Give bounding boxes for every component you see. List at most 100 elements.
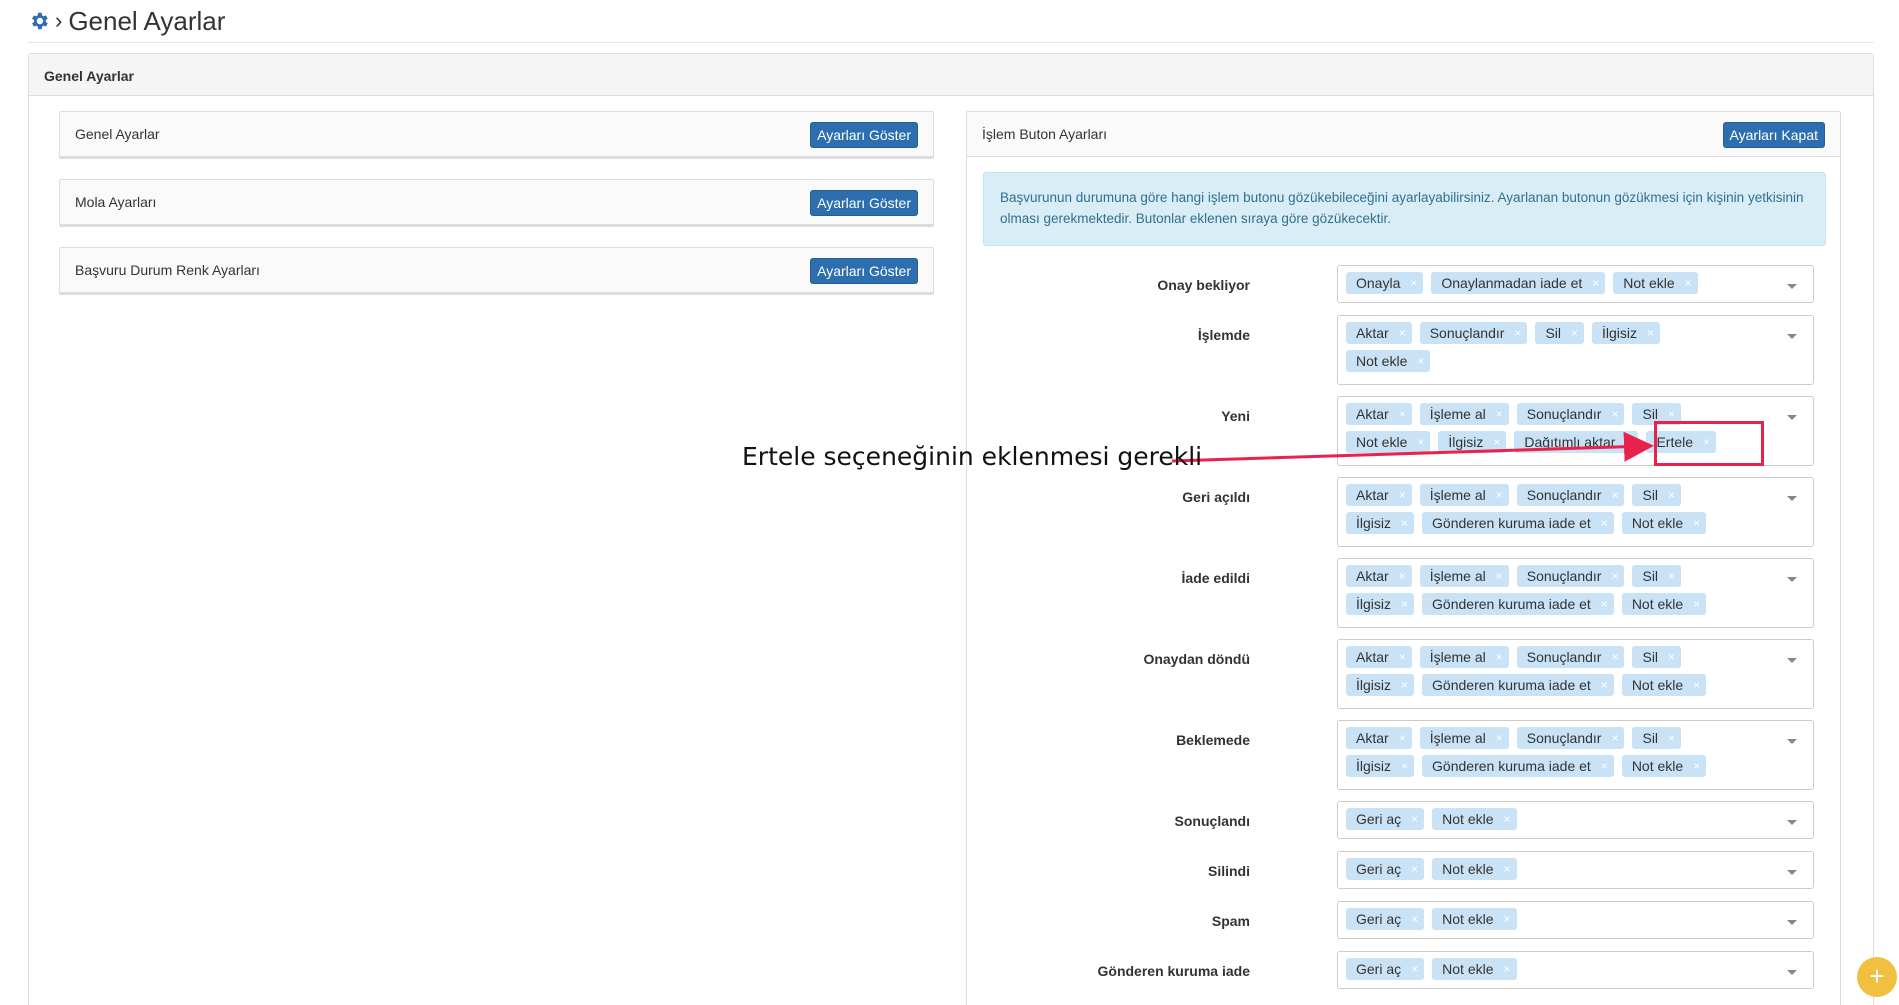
close-icon[interactable]: ×: [1401, 758, 1408, 774]
close-icon[interactable]: ×: [1668, 649, 1675, 665]
status-label: Beklemede: [1176, 732, 1250, 748]
close-icon[interactable]: ×: [1668, 487, 1675, 503]
selected-tag: İlgisiz ×: [1346, 593, 1415, 615]
close-icon[interactable]: ×: [1601, 677, 1608, 693]
close-icon[interactable]: ×: [1496, 487, 1503, 503]
selected-tag: Aktar ×: [1346, 646, 1412, 668]
close-icon[interactable]: ×: [1411, 861, 1418, 877]
close-icon[interactable]: ×: [1601, 515, 1608, 531]
close-icon[interactable]: ×: [1399, 325, 1406, 341]
close-icon[interactable]: ×: [1625, 434, 1632, 450]
caret-down-icon[interactable]: [1787, 920, 1797, 925]
selected-tag: Aktar ×: [1346, 565, 1412, 587]
close-icon[interactable]: ×: [1611, 568, 1618, 584]
close-icon[interactable]: ×: [1411, 961, 1418, 977]
selected-tag: Not ekle ×: [1432, 908, 1517, 930]
caret-down-icon[interactable]: [1787, 577, 1797, 582]
close-icon[interactable]: ×: [1571, 325, 1578, 341]
action-multiselect[interactable]: Aktar × İşleme al × Sonuçlandır × Sil × İlgisiz ×…: [1337, 639, 1814, 709]
close-icon[interactable]: ×: [1514, 325, 1521, 341]
caret-down-icon[interactable]: [1787, 739, 1797, 744]
show-settings-button[interactable]: Ayarları Göster: [810, 122, 918, 148]
caret-down-icon[interactable]: [1787, 496, 1797, 501]
close-icon[interactable]: ×: [1496, 649, 1503, 665]
caret-down-icon[interactable]: [1787, 820, 1797, 825]
selected-tag: Not ekle ×: [1432, 958, 1517, 980]
close-icon[interactable]: ×: [1647, 325, 1654, 341]
tag-label: Not ekle: [1631, 515, 1684, 531]
close-icon[interactable]: ×: [1592, 275, 1599, 291]
close-icon[interactable]: ×: [1611, 649, 1618, 665]
caret-down-icon[interactable]: [1787, 970, 1797, 975]
close-icon[interactable]: ×: [1411, 911, 1418, 927]
close-icon[interactable]: ×: [1399, 568, 1406, 584]
selected-tag: Gönderen kuruma iade et ×: [1422, 674, 1614, 696]
close-icon[interactable]: ×: [1693, 758, 1700, 774]
gear-icon[interactable]: [28, 10, 50, 32]
selected-tag: Aktar ×: [1346, 322, 1412, 344]
close-icon[interactable]: ×: [1401, 515, 1408, 531]
close-icon[interactable]: ×: [1693, 515, 1700, 531]
close-icon[interactable]: ×: [1668, 568, 1675, 584]
selected-tag: Not ekle ×: [1621, 512, 1707, 534]
close-icon[interactable]: ×: [1496, 568, 1503, 584]
status-label: Silindi: [1208, 863, 1250, 879]
close-icon[interactable]: ×: [1401, 677, 1408, 693]
close-icon[interactable]: ×: [1417, 434, 1424, 450]
close-icon[interactable]: ×: [1504, 961, 1511, 977]
close-icon[interactable]: ×: [1668, 730, 1675, 746]
show-settings-button[interactable]: Ayarları Göster: [810, 190, 918, 216]
selected-tag: Sonuçlandır ×: [1419, 322, 1528, 344]
close-icon[interactable]: ×: [1411, 811, 1418, 827]
action-multiselect[interactable]: Geri aç × Not ekle ×: [1337, 851, 1814, 889]
close-icon[interactable]: ×: [1410, 275, 1417, 291]
caret-down-icon[interactable]: [1787, 415, 1797, 420]
close-icon[interactable]: ×: [1693, 677, 1700, 693]
close-icon[interactable]: ×: [1399, 487, 1406, 503]
tag-label: Not ekle: [1356, 434, 1408, 450]
action-multiselect[interactable]: Onayla × Onaylanmadan iade et × Not ekle ×: [1337, 265, 1814, 303]
action-multiselect[interactable]: Aktar × İşleme al × Sonuçlandır × Sil × İlgisiz ×…: [1337, 558, 1814, 628]
close-icon[interactable]: ×: [1399, 406, 1406, 422]
close-icon[interactable]: ×: [1399, 649, 1406, 665]
selected-tag: Not ekle ×: [1621, 755, 1707, 777]
close-icon[interactable]: ×: [1685, 275, 1692, 291]
action-multiselect[interactable]: Aktar × İşleme al × Sonuçlandır × Sil × İlgisiz ×…: [1337, 720, 1814, 790]
close-icon[interactable]: ×: [1504, 911, 1511, 927]
close-icon[interactable]: ×: [1496, 730, 1503, 746]
show-settings-button[interactable]: Ayarları Göster: [810, 258, 918, 284]
close-icon[interactable]: ×: [1601, 596, 1608, 612]
caret-down-icon[interactable]: [1787, 284, 1797, 289]
info-alert: Başvurunun durumuna göre hangi işlem but…: [983, 172, 1826, 246]
close-icon[interactable]: ×: [1693, 596, 1700, 612]
action-multiselect[interactable]: Aktar × İşleme al × Sonuçlandır × Sil × İlgisiz ×…: [1337, 477, 1814, 547]
close-icon[interactable]: ×: [1493, 434, 1500, 450]
action-multiselect[interactable]: Geri aç × Not ekle ×: [1337, 901, 1814, 939]
plus-icon[interactable]: +: [1857, 957, 1897, 997]
close-settings-button[interactable]: Ayarları Kapat: [1722, 122, 1825, 148]
close-icon[interactable]: ×: [1611, 730, 1618, 746]
action-multiselect[interactable]: Geri aç × Not ekle ×: [1337, 801, 1814, 839]
close-icon[interactable]: ×: [1399, 730, 1406, 746]
tag-label: Sil: [1545, 325, 1561, 341]
caret-down-icon[interactable]: [1787, 658, 1797, 663]
close-icon[interactable]: ×: [1611, 487, 1618, 503]
close-icon[interactable]: ×: [1504, 861, 1511, 877]
close-icon[interactable]: ×: [1668, 406, 1675, 422]
selected-tag: Not ekle ×: [1346, 350, 1431, 372]
caret-down-icon[interactable]: [1787, 334, 1797, 339]
caret-down-icon[interactable]: [1787, 870, 1797, 875]
action-multiselect[interactable]: Geri aç × Not ekle ×: [1337, 951, 1814, 989]
selected-tag: Geri aç ×: [1346, 908, 1425, 930]
close-icon[interactable]: ×: [1496, 406, 1503, 422]
close-icon[interactable]: ×: [1611, 406, 1618, 422]
status-label: Gönderen kuruma iade: [1097, 963, 1250, 979]
close-icon[interactable]: ×: [1401, 596, 1408, 612]
tag-label: İlgisiz: [1448, 434, 1484, 450]
close-icon[interactable]: ×: [1417, 353, 1424, 369]
close-icon[interactable]: ×: [1504, 811, 1511, 827]
close-icon[interactable]: ×: [1601, 758, 1608, 774]
selected-tag: Not ekle ×: [1432, 858, 1517, 880]
action-multiselect[interactable]: Aktar × Sonuçlandır × Sil × İlgisiz × Not ekle ×: [1337, 315, 1814, 385]
tag-label: İlgisiz: [1356, 596, 1392, 612]
